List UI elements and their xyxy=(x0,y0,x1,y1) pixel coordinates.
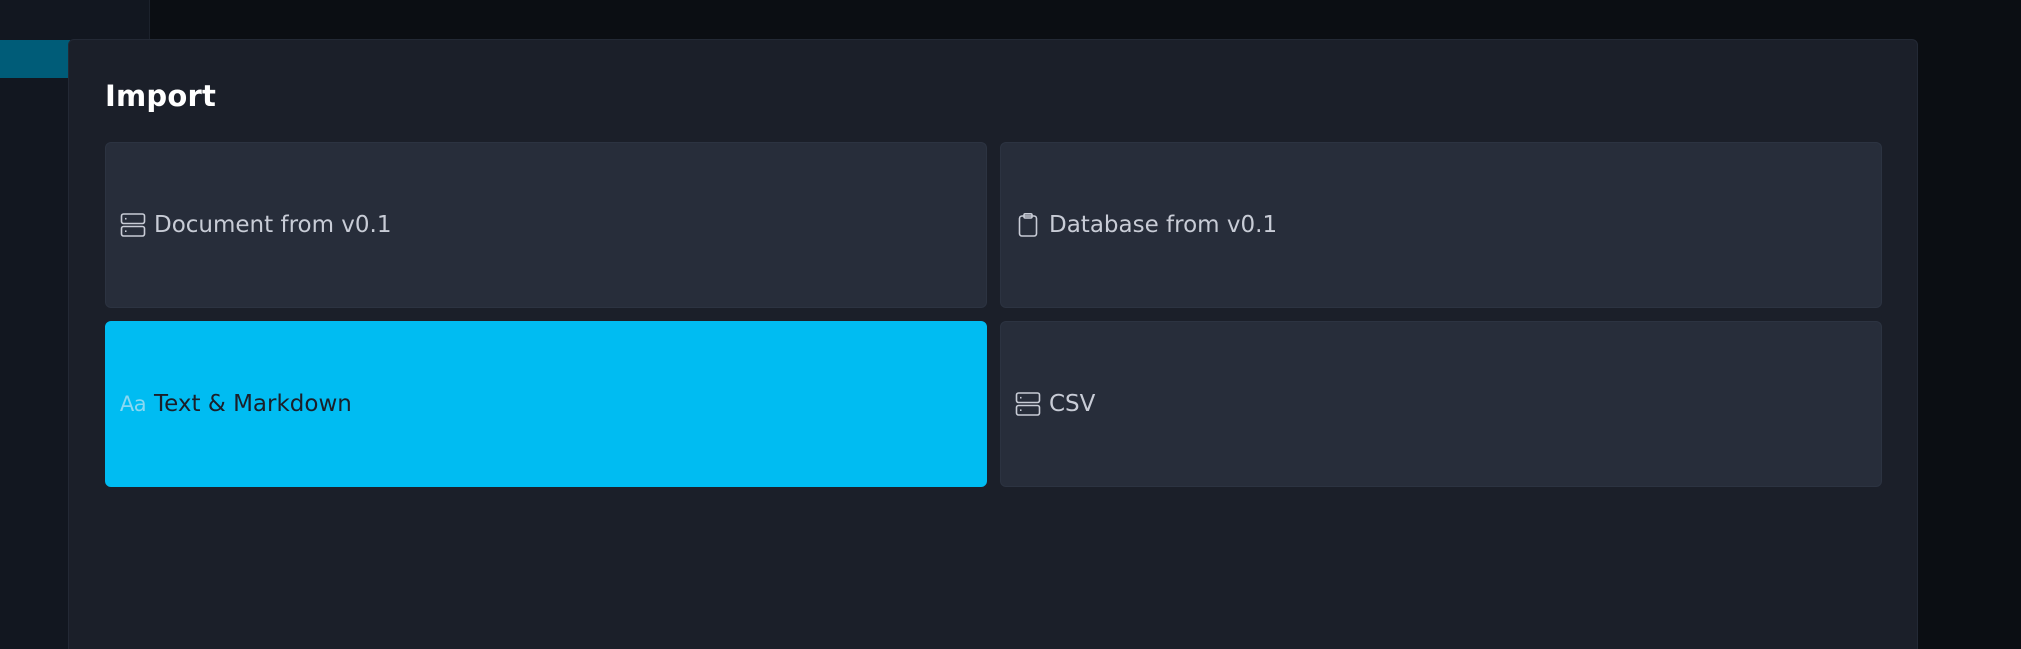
sidebar-active-item[interactable] xyxy=(0,40,70,78)
import-dialog: Import Document from v0.1 Database from … xyxy=(68,39,1918,649)
app-window: Import Document from v0.1 Database from … xyxy=(0,0,2021,649)
import-database-option[interactable]: Database from v0.1 xyxy=(1000,142,1882,308)
import-document-option[interactable]: Document from v0.1 xyxy=(105,142,987,308)
import-text-markdown-option[interactable]: Aa Text & Markdown xyxy=(105,321,987,487)
option-label: Text & Markdown xyxy=(154,391,352,417)
database-icon xyxy=(1015,391,1041,417)
option-label: Database from v0.1 xyxy=(1049,212,1278,238)
document-icon xyxy=(120,212,146,238)
dialog-title: Import xyxy=(105,79,217,113)
import-options-grid: Document from v0.1 Database from v0.1 Aa… xyxy=(105,142,1883,487)
option-label: Document from v0.1 xyxy=(154,212,392,238)
import-csv-option[interactable]: CSV xyxy=(1000,321,1882,487)
option-label: CSV xyxy=(1049,391,1096,417)
text-aa-icon: Aa xyxy=(119,391,147,416)
clipboard-icon xyxy=(1015,212,1041,238)
